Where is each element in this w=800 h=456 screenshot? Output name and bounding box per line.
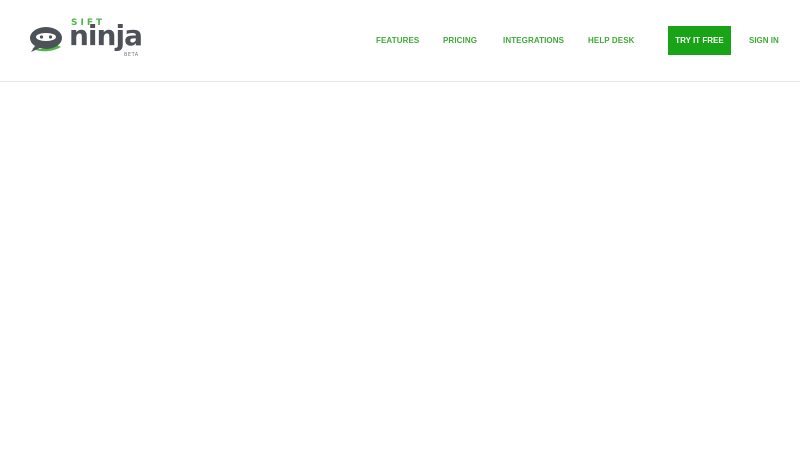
page: SIFT ninja BETA FEATURES PRICING INTEGRA…	[0, 0, 800, 456]
siftninja-logo[interactable]: SIFT ninja BETA	[27, 18, 147, 62]
try-it-free-button[interactable]: TRY IT FREE	[668, 26, 731, 55]
nav-pricing-link[interactable]: PRICING	[443, 36, 477, 46]
ninja-chat-bubble-icon	[30, 27, 62, 52]
beta-badge: BETA	[124, 52, 139, 58]
sign-in-link[interactable]: SIGN IN	[749, 36, 779, 46]
nav-integrations-link[interactable]: INTEGRATIONS	[503, 36, 564, 46]
main-content-area	[0, 82, 800, 456]
logo-ninja-text: ninja	[69, 19, 143, 52]
nav-features-link[interactable]: FEATURES	[376, 36, 419, 46]
top-navbar: SIFT ninja BETA FEATURES PRICING INTEGRA…	[0, 0, 800, 82]
nav-help-desk-link[interactable]: HELP DESK	[588, 36, 635, 46]
